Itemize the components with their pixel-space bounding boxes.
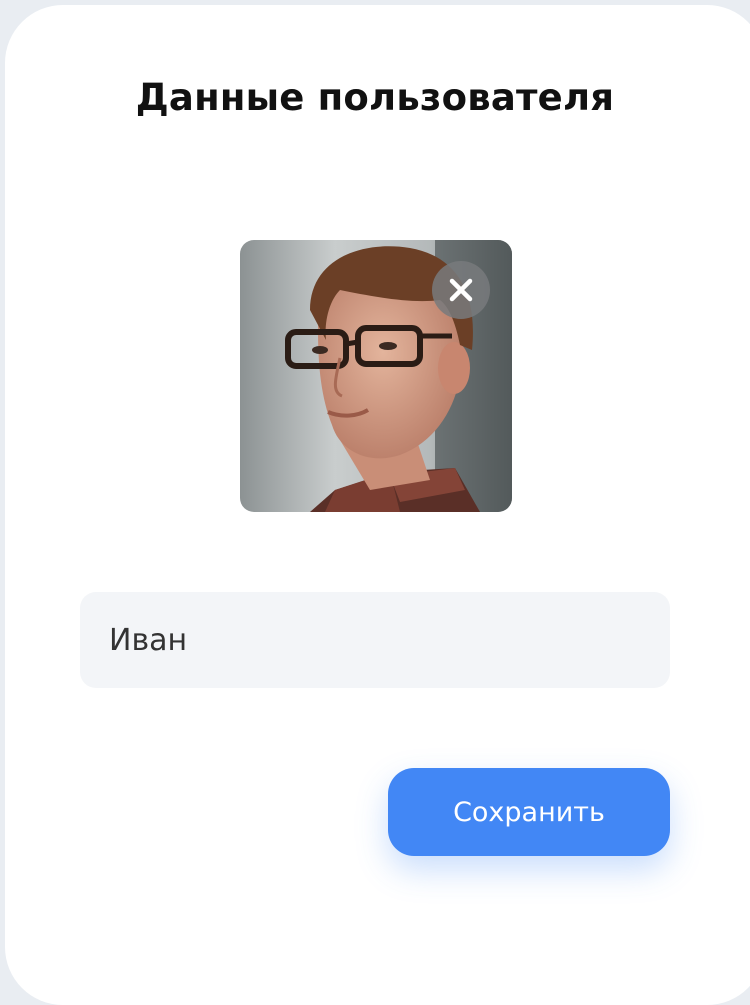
page-title: Данные пользователя <box>135 76 615 119</box>
save-button[interactable]: Сохранить <box>388 768 670 856</box>
name-input[interactable] <box>80 592 670 688</box>
remove-photo-button[interactable] <box>432 261 490 319</box>
close-icon <box>449 278 473 302</box>
